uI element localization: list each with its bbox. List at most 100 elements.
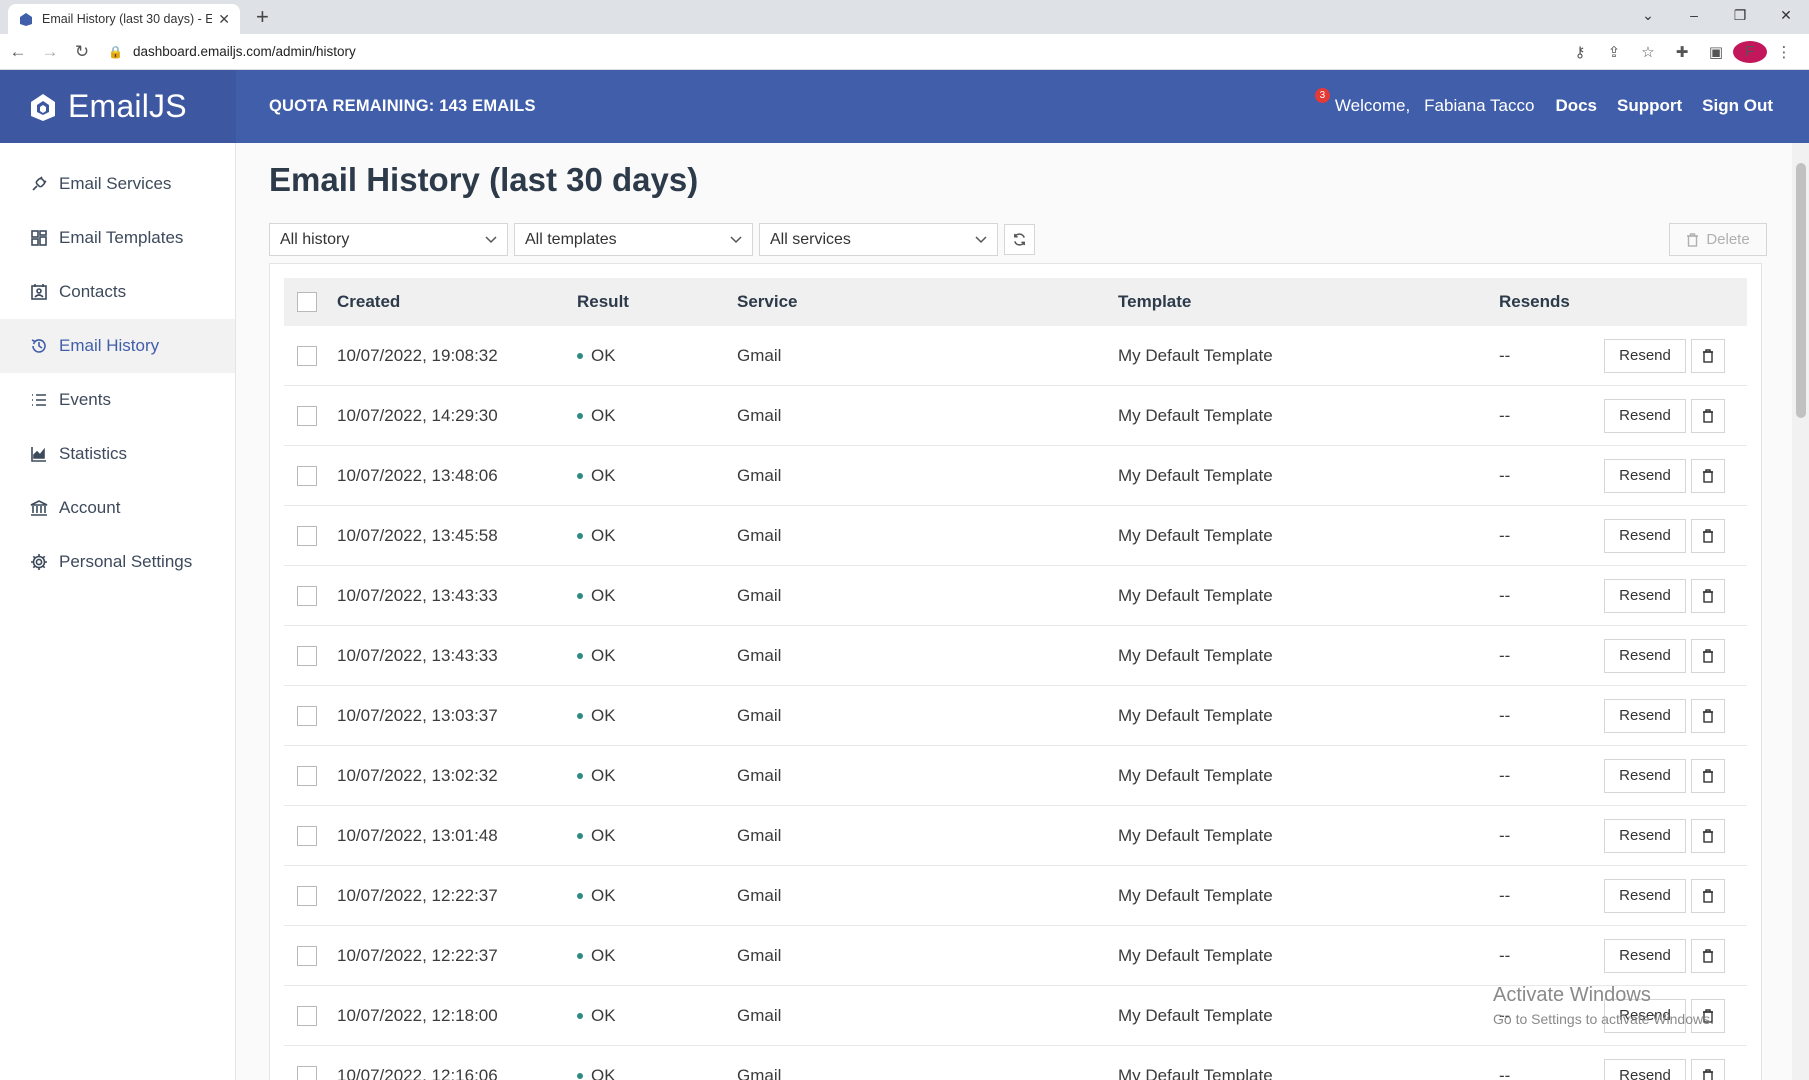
- docs-link[interactable]: Docs: [1555, 96, 1597, 116]
- resend-button[interactable]: Resend: [1604, 458, 1686, 493]
- delete-button[interactable]: Delete: [1669, 223, 1767, 256]
- delete-row-button[interactable]: [1691, 338, 1725, 373]
- templates-filter-select[interactable]: All templates: [514, 223, 753, 256]
- browser-tab[interactable]: Email History (last 30 days) - Em ✕: [8, 4, 240, 34]
- delete-row-button[interactable]: [1691, 698, 1725, 733]
- delete-row-button[interactable]: [1691, 758, 1725, 793]
- support-link[interactable]: Support: [1617, 96, 1682, 116]
- reload-icon[interactable]: ↻: [68, 42, 96, 62]
- refresh-button[interactable]: [1004, 224, 1035, 255]
- delete-row-button[interactable]: [1691, 878, 1725, 913]
- row-checkbox[interactable]: [297, 465, 317, 486]
- resend-button[interactable]: Resend: [1604, 698, 1686, 733]
- profile-avatar[interactable]: F: [1733, 40, 1767, 63]
- address-bar[interactable]: 🔒 dashboard.emailjs.com/admin/history: [108, 38, 1563, 66]
- row-checkbox[interactable]: [297, 525, 317, 546]
- table-row[interactable]: 10/07/2022, 13:43:33 OK Gmail My Default Te…: [284, 626, 1747, 686]
- services-filter-select[interactable]: All services: [759, 223, 998, 256]
- close-window-icon[interactable]: ✕: [1763, 7, 1809, 24]
- row-checkbox[interactable]: [297, 705, 317, 726]
- resend-button[interactable]: Resend: [1604, 518, 1686, 553]
- column-template[interactable]: Template: [1118, 292, 1499, 312]
- sidebar-item-account[interactable]: Account: [0, 481, 235, 535]
- share-icon[interactable]: ⇪: [1597, 43, 1631, 61]
- delete-row-button[interactable]: [1691, 638, 1725, 673]
- notifications[interactable]: 3 Welcome,: [1314, 88, 1410, 116]
- restore-icon[interactable]: ❐: [1717, 7, 1763, 24]
- sign-out-link[interactable]: Sign Out: [1702, 96, 1773, 116]
- history-filter-select[interactable]: All history: [269, 223, 508, 256]
- table-row[interactable]: 10/07/2022, 12:22:37 OK Gmail My Default Te…: [284, 866, 1747, 926]
- browser-menu-icon[interactable]: ⋮: [1767, 43, 1801, 61]
- column-resends[interactable]: Resends: [1499, 292, 1604, 312]
- brand-logo[interactable]: EmailJS: [0, 70, 236, 143]
- sidebar-item-email-services[interactable]: Email Services: [0, 157, 235, 211]
- bookmark-star-icon[interactable]: ☆: [1631, 43, 1665, 61]
- sidebar-item-email-history[interactable]: Email History: [0, 319, 235, 373]
- select-all-checkbox[interactable]: [297, 292, 317, 312]
- table-row[interactable]: 10/07/2022, 19:08:32 OK Gmail My Default Te…: [284, 326, 1747, 386]
- row-checkbox[interactable]: [297, 885, 317, 906]
- column-created[interactable]: Created: [337, 292, 577, 312]
- column-result[interactable]: Result: [577, 292, 737, 312]
- extensions-icon[interactable]: ✚: [1665, 43, 1699, 61]
- resend-button[interactable]: Resend: [1604, 398, 1686, 433]
- table-row[interactable]: 10/07/2022, 13:48:06 OK Gmail My Default Te…: [284, 446, 1747, 506]
- delete-row-button[interactable]: [1691, 938, 1725, 973]
- sidebar-item-label: Email History: [59, 336, 160, 355]
- row-checkbox[interactable]: [297, 945, 317, 966]
- scrollbar-thumb[interactable]: [1796, 163, 1806, 418]
- cell-template: My Default Template: [1118, 1065, 1273, 1080]
- resend-button[interactable]: Resend: [1604, 938, 1686, 973]
- back-icon[interactable]: ←: [4, 42, 32, 62]
- resend-button[interactable]: Resend: [1604, 578, 1686, 613]
- resend-button[interactable]: Resend: [1604, 878, 1686, 913]
- table-row[interactable]: 10/07/2022, 13:02:32 OK Gmail My Default Te…: [284, 746, 1747, 806]
- tab-close-icon[interactable]: ✕: [218, 11, 230, 28]
- sidebar-item-email-templates[interactable]: Email Templates: [0, 211, 235, 265]
- password-key-icon[interactable]: ⚷: [1563, 43, 1597, 61]
- delete-row-button[interactable]: [1691, 818, 1725, 853]
- trash-icon: [1703, 468, 1713, 483]
- row-checkbox[interactable]: [297, 645, 317, 666]
- table-row[interactable]: 10/07/2022, 13:03:37 OK Gmail My Default Te…: [284, 686, 1747, 746]
- sidebar-item-personal-settings[interactable]: Personal Settings: [0, 535, 235, 589]
- row-checkbox[interactable]: [297, 765, 317, 786]
- sidebar-item-contacts[interactable]: Contacts: [0, 265, 235, 319]
- table-row[interactable]: 10/07/2022, 12:16:06 OK Gmail My Default Te…: [284, 1046, 1747, 1080]
- table-row[interactable]: 10/07/2022, 13:45:58 OK Gmail My Default Te…: [284, 506, 1747, 566]
- resend-button[interactable]: Resend: [1604, 638, 1686, 673]
- cell-created: 10/07/2022, 12:16:06: [337, 1065, 498, 1080]
- row-checkbox[interactable]: [297, 1005, 317, 1026]
- cell-template: My Default Template: [1118, 645, 1273, 665]
- resend-button[interactable]: Resend: [1604, 338, 1686, 373]
- page-scrollbar[interactable]: [1792, 143, 1809, 1080]
- result-text: OK: [591, 1005, 616, 1025]
- table-row[interactable]: 10/07/2022, 13:43:33 OK Gmail My Default Te…: [284, 566, 1747, 626]
- delete-row-button[interactable]: [1691, 398, 1725, 433]
- user-name[interactable]: Fabiana Tacco: [1424, 96, 1534, 116]
- column-service[interactable]: Service: [737, 292, 1118, 312]
- row-checkbox[interactable]: [297, 405, 317, 426]
- side-panel-icon[interactable]: ▣: [1699, 43, 1733, 61]
- new-tab-icon[interactable]: +: [256, 6, 269, 28]
- row-checkbox[interactable]: [297, 825, 317, 846]
- minimize-icon[interactable]: –: [1671, 7, 1717, 23]
- delete-row-button[interactable]: [1691, 578, 1725, 613]
- resend-button[interactable]: Resend: [1604, 758, 1686, 793]
- row-checkbox[interactable]: [297, 345, 317, 366]
- table-row[interactable]: 10/07/2022, 14:29:30 OK Gmail My Default Te…: [284, 386, 1747, 446]
- table-row[interactable]: 10/07/2022, 13:01:48 OK Gmail My Default Te…: [284, 806, 1747, 866]
- tab-search-icon[interactable]: ⌄: [1625, 7, 1671, 24]
- delete-row-button[interactable]: [1691, 458, 1725, 493]
- delete-row-button[interactable]: [1691, 1058, 1725, 1080]
- sidebar-item-events[interactable]: Events: [0, 373, 235, 427]
- resend-button[interactable]: Resend: [1604, 818, 1686, 853]
- row-checkbox[interactable]: [297, 585, 317, 606]
- resend-button[interactable]: Resend: [1604, 1058, 1686, 1080]
- sidebar-item-statistics[interactable]: Statistics: [0, 427, 235, 481]
- delete-row-button[interactable]: [1691, 518, 1725, 553]
- row-checkbox[interactable]: [297, 1065, 317, 1080]
- forward-icon[interactable]: →: [36, 42, 64, 62]
- table-row[interactable]: 10/07/2022, 12:22:37 OK Gmail My Default Te…: [284, 926, 1747, 986]
